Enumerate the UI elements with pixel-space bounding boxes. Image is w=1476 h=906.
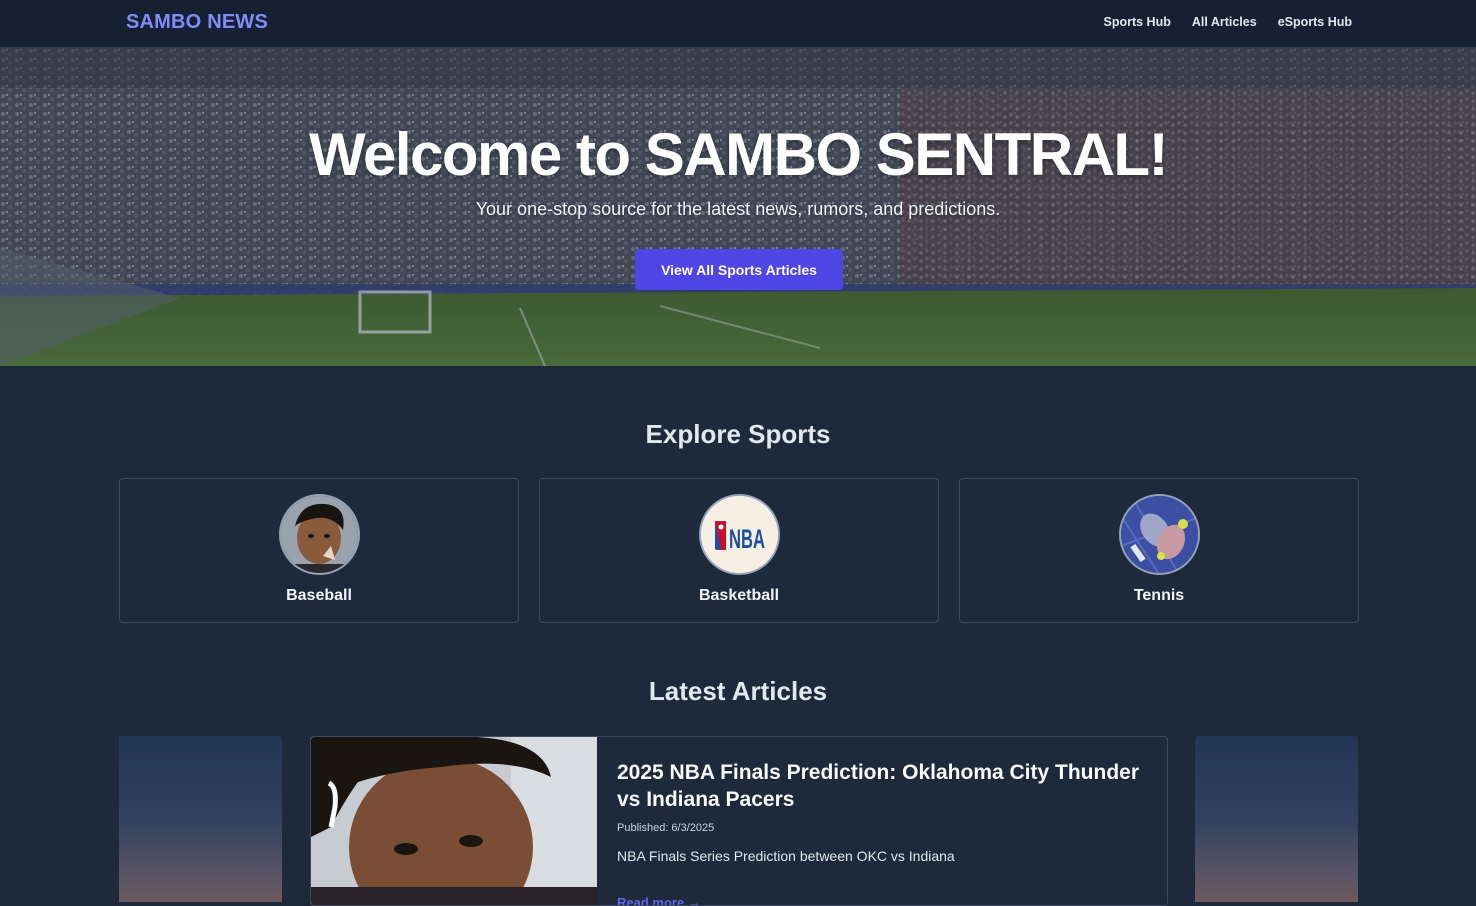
view-all-sports-articles-button[interactable]: View All Sports Articles xyxy=(635,249,843,290)
sport-card-basketball[interactable]: NBA Basketball xyxy=(539,478,939,623)
hero-banner: Welcome to SAMBO SENTRAL! Your one-stop … xyxy=(0,48,1476,366)
article-published-date: Published: 6/3/2025 xyxy=(617,822,715,834)
nav-link-esports-hub[interactable]: eSports Hub xyxy=(1278,15,1352,29)
article-thumbnail-image xyxy=(311,737,597,905)
article-title[interactable]: 2025 NBA Finals Prediction: Oklahoma Cit… xyxy=(617,759,1147,813)
brand-logo[interactable]: SAMBO NEWS xyxy=(126,11,268,34)
carousel-prev-card[interactable] xyxy=(119,736,282,902)
article-description: NBA Finals Series Prediction between OKC… xyxy=(617,848,955,864)
pickleball-paddles-icon xyxy=(1119,494,1200,575)
explore-sports-heading: Explore Sports xyxy=(645,419,831,449)
top-nav: SAMBO NEWS Sports Hub All Articles eSpor… xyxy=(0,0,1476,48)
carousel-next-card[interactable] xyxy=(1195,736,1358,902)
read-more-link[interactable]: Read more → xyxy=(617,895,701,905)
latest-articles-heading: Latest Articles xyxy=(648,676,828,706)
sport-card-tennis[interactable]: Tennis xyxy=(959,478,1359,623)
sport-card-baseball[interactable]: Baseball xyxy=(119,478,519,623)
nba-logo-text: NBA xyxy=(729,524,765,554)
baseball-portrait-icon xyxy=(279,494,360,575)
hero-title: Welcome to SAMBO SENTRAL! xyxy=(308,121,1169,188)
nav-links: Sports Hub All Articles eSports Hub xyxy=(1103,15,1352,29)
sport-label-tennis: Tennis xyxy=(1133,587,1185,604)
nba-logo-icon: NBA xyxy=(699,494,780,575)
hero-subtitle: Your one-stop source for the latest news… xyxy=(475,199,1001,219)
nav-link-all-articles[interactable]: All Articles xyxy=(1192,15,1257,29)
featured-article-card[interactable]: 2025 NBA Finals Prediction: Oklahoma Cit… xyxy=(310,736,1168,906)
sport-label-basketball: Basketball xyxy=(698,587,780,604)
sport-label-baseball: Baseball xyxy=(286,587,352,604)
nav-link-sports-hub[interactable]: Sports Hub xyxy=(1103,15,1170,29)
